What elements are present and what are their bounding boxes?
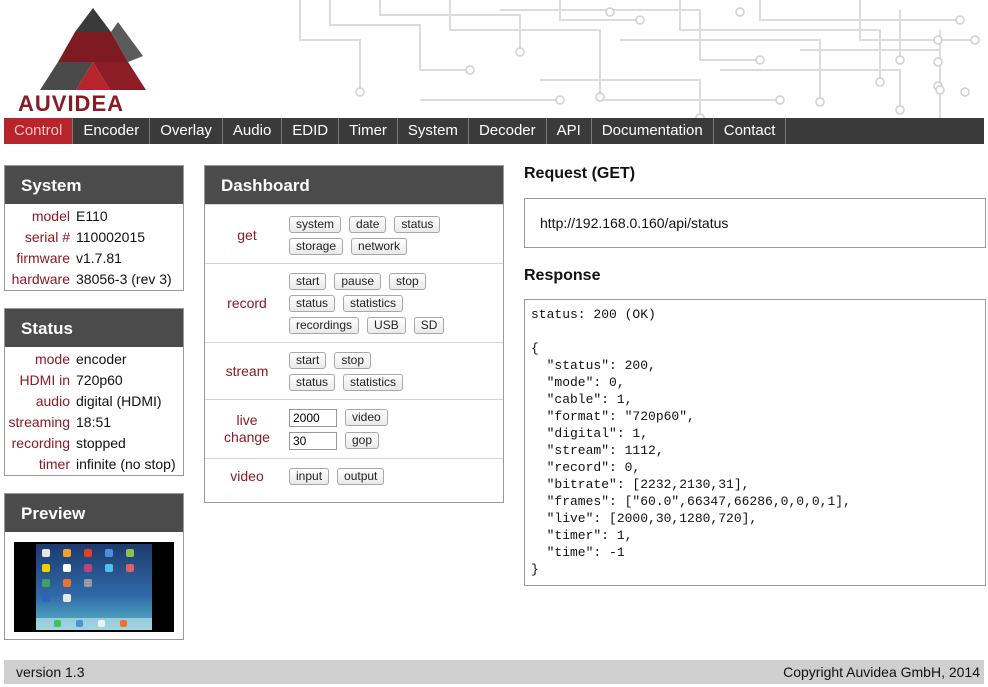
status-key: mode — [34, 351, 70, 367]
status-value: digital (HDMI) — [76, 393, 162, 409]
response-box: status: 200 (OK) { "status": 200, "mode"… — [524, 299, 986, 586]
live-video-button[interactable]: video — [345, 409, 388, 426]
nav-system[interactable]: System — [398, 118, 469, 144]
header: AUVIDEA — [0, 0, 988, 118]
dashboard-video-row: video input output — [205, 458, 503, 494]
record-sd-button[interactable]: SD — [413, 316, 445, 334]
system-key: firmware — [16, 250, 70, 266]
status-row: audio digital (HDMI) — [5, 391, 183, 412]
system-value: 38056-3 (rev 3) — [76, 271, 172, 287]
get-label: get — [237, 226, 257, 243]
status-key: recording — [11, 435, 70, 451]
status-value: stopped — [76, 435, 126, 451]
video-input-button[interactable]: input — [289, 467, 330, 485]
brand-name: AUVIDEA — [18, 91, 125, 116]
nav-contact[interactable]: Contact — [714, 118, 787, 144]
live-change-label: live change — [205, 406, 289, 452]
nav-encoder[interactable]: Encoder — [73, 118, 151, 144]
status-value: infinite (no stop) — [76, 456, 176, 472]
get-date-button[interactable]: date — [349, 215, 387, 233]
record-stop-button[interactable]: stop — [389, 272, 426, 290]
preview-title: Preview — [5, 494, 183, 532]
preview-thumbnail[interactable] — [14, 542, 174, 632]
status-row: recording stopped — [5, 433, 183, 454]
main-nav: Control Encoder Overlay Audio EDID Timer… — [4, 118, 984, 144]
record-start-button[interactable]: start — [289, 272, 327, 290]
get-network-button[interactable]: network — [351, 237, 408, 255]
nav-overlay[interactable]: Overlay — [150, 118, 223, 144]
live-gop-button[interactable]: gop — [345, 432, 380, 449]
status-panel: Status mode encoder HDMI in 720p60 audio di… — [4, 308, 184, 476]
response-body: status: 200 (OK) { "status": 200, "mode"… — [531, 307, 851, 577]
system-row: firmware v1.7.81 — [5, 248, 183, 269]
system-panel: System model E110 serial # 110002015 firmw… — [4, 165, 184, 291]
nav-timer[interactable]: Timer — [339, 118, 398, 144]
status-key: HDMI in — [19, 372, 70, 388]
live-label-line2: change — [224, 429, 270, 445]
status-value: encoder — [76, 351, 127, 367]
nav-audio[interactable]: Audio — [223, 118, 283, 144]
get-system-button[interactable]: system — [289, 215, 342, 233]
get-status-button[interactable]: status — [394, 215, 441, 233]
status-key: audio — [35, 393, 70, 409]
dashboard-panel: Dashboard get system date status storage… — [204, 165, 504, 503]
stream-label: stream — [225, 362, 269, 379]
status-key: timer — [38, 456, 70, 472]
system-row: model E110 — [5, 206, 183, 227]
dashboard-stream-row: stream start stop status statistics — [205, 342, 503, 399]
nav-edid[interactable]: EDID — [282, 118, 340, 144]
record-statistics-button[interactable]: statistics — [343, 294, 404, 312]
stream-statistics-button[interactable]: statistics — [343, 373, 404, 391]
system-value: v1.7.81 — [76, 250, 122, 266]
record-recordings-button[interactable]: recordings — [289, 316, 360, 334]
dashboard-title: Dashboard — [205, 166, 503, 204]
video-output-button[interactable]: output — [337, 467, 385, 485]
stream-start-button[interactable]: start — [289, 351, 327, 369]
status-title: Status — [5, 309, 183, 347]
system-row: serial # 110002015 — [5, 227, 183, 248]
live-gop-input[interactable] — [289, 431, 337, 450]
system-row: hardware 38056-3 (rev 3) — [5, 269, 183, 290]
status-row: mode encoder — [5, 349, 183, 370]
record-status-button[interactable]: status — [289, 294, 336, 312]
live-label-line1: live — [236, 412, 258, 428]
system-key: serial # — [24, 229, 70, 245]
system-key: hardware — [11, 271, 70, 287]
copyright-label: Copyright Auvidea GmbH, 2014 — [783, 664, 980, 680]
record-label: record — [227, 294, 267, 311]
version-label: version 1.3 — [16, 664, 85, 680]
system-title: System — [5, 166, 183, 204]
status-row: streaming 18:51 — [5, 412, 183, 433]
video-label: video — [230, 467, 264, 484]
status-value: 720p60 — [76, 372, 123, 388]
status-row: HDMI in 720p60 — [5, 370, 183, 391]
response-title: Response — [524, 267, 601, 284]
stream-status-button[interactable]: status — [289, 373, 336, 391]
system-key: model — [31, 208, 70, 224]
request-title: Request (GET) — [524, 165, 636, 182]
status-row: timer infinite (no stop) — [5, 454, 183, 475]
nav-documentation[interactable]: Documentation — [592, 118, 714, 144]
get-storage-button[interactable]: storage — [289, 237, 344, 255]
dashboard-get-row: get system date status storage network — [205, 204, 503, 263]
request-box: http://192.168.0.160/api/status — [524, 198, 986, 248]
dashboard-record-row: record start pause stop status statistic… — [205, 263, 503, 342]
system-value: E110 — [76, 208, 108, 224]
nav-decoder[interactable]: Decoder — [469, 118, 547, 144]
nav-control[interactable]: Control — [4, 118, 74, 144]
dashboard-live-row: live change video gop — [205, 399, 503, 458]
record-usb-button[interactable]: USB — [367, 316, 406, 334]
status-key: streaming — [8, 414, 70, 430]
status-value: 18:51 — [76, 414, 112, 430]
footer: version 1.3 Copyright Auvidea GmbH, 2014 — [4, 660, 984, 684]
request-url[interactable]: http://192.168.0.160/api/status — [540, 215, 728, 231]
nav-api[interactable]: API — [547, 118, 592, 144]
record-pause-button[interactable]: pause — [334, 272, 382, 290]
system-value: 110002015 — [76, 229, 146, 245]
live-video-bitrate-input[interactable] — [289, 408, 337, 427]
stream-stop-button[interactable]: stop — [334, 351, 372, 369]
preview-panel: Preview — [4, 493, 184, 640]
